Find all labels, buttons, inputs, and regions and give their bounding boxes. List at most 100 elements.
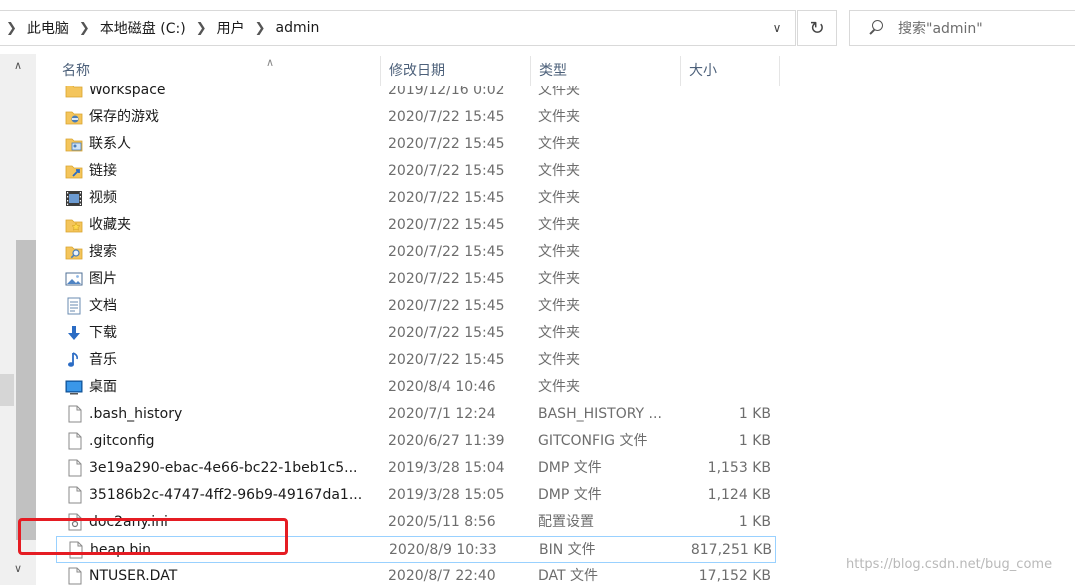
address-history-dropdown-icon[interactable]: ∨	[759, 11, 795, 45]
column-header-size[interactable]: 大小	[680, 56, 780, 86]
column-header-date[interactable]: 修改日期	[380, 56, 530, 86]
column-header-type[interactable]: 类型	[530, 56, 680, 86]
saved-games-folder-icon	[65, 108, 83, 126]
breadcrumb-separator-icon[interactable]: ❯	[249, 21, 272, 36]
file-type: 文件夹	[538, 244, 580, 260]
file-type: 文件夹	[538, 86, 580, 98]
file-name: 链接	[89, 163, 117, 179]
refresh-button[interactable]: ↻	[797, 10, 837, 46]
vertical-scrollbar[interactable]: ∧ ∨	[0, 54, 36, 585]
address-bar[interactable]: ❯ 此电脑 ❯ 本地磁盘 (C:) ❯ 用户 ❯ admin ∨	[0, 10, 796, 46]
file-row[interactable]: Workspace 2019/12/16 0:02 文件夹	[56, 86, 776, 104]
file-row[interactable]: 联系人 2020/7/22 15:45 文件夹	[56, 131, 776, 158]
file-type: 文件夹	[538, 136, 580, 152]
file-type: DMP 文件	[538, 460, 602, 476]
file-row[interactable]: 音乐 2020/7/22 15:45 文件夹	[56, 347, 776, 374]
file-size: 1,124 KB	[707, 487, 771, 503]
file-name: 音乐	[89, 352, 117, 368]
file-size	[678, 374, 771, 401]
file-row-selected[interactable]: heap.bin 2020/8/9 10:33 BIN 文件 817,251 KB	[56, 536, 776, 563]
file-name: 视频	[89, 190, 117, 206]
settings-file-icon	[65, 513, 83, 531]
file-name: .gitconfig	[89, 433, 155, 449]
column-header-row: 名称 ∧ 修改日期 类型 大小	[46, 56, 782, 86]
documents-folder-icon	[65, 297, 83, 315]
file-row[interactable]: NTUSER.DAT 2020/8/7 22:40 DAT 文件 17,152 KB	[56, 563, 776, 585]
sort-ascending-icon: ∧	[266, 56, 275, 69]
videos-folder-icon	[65, 189, 83, 207]
file-modified-date: 2020/7/22 15:45	[388, 190, 505, 206]
file-modified-date: 2019/3/28 15:04	[388, 460, 505, 476]
file-row[interactable]: .bash_history 2020/7/1 12:24 BASH_HISTORY …	[56, 401, 776, 428]
file-row[interactable]: 桌面 2020/8/4 10:46 文件夹	[56, 374, 776, 401]
breadcrumb-users[interactable]: 用户	[213, 18, 249, 38]
file-modified-date: 2020/7/22 15:45	[388, 298, 505, 314]
file-name: 图片	[89, 271, 117, 287]
file-modified-date: 2020/6/27 11:39	[388, 433, 505, 449]
file-size	[678, 158, 771, 185]
breadcrumb-separator-icon[interactable]: ❯	[73, 21, 96, 36]
desktop-folder-icon	[65, 378, 83, 396]
file-row[interactable]: 收藏夹 2020/7/22 15:45 文件夹	[56, 212, 776, 239]
searches-folder-icon	[65, 243, 83, 261]
breadcrumb-separator-icon[interactable]: ❯	[190, 21, 213, 36]
file-type: 文件夹	[538, 190, 580, 206]
file-name: heap.bin	[90, 542, 152, 558]
file-type: DMP 文件	[538, 487, 602, 503]
scrollbar-thumb[interactable]	[16, 240, 36, 540]
file-size	[678, 320, 771, 347]
file-name: doc2any.ini	[89, 514, 168, 530]
file-type: 文件夹	[538, 163, 580, 179]
file-type: 文件夹	[538, 379, 580, 395]
breadcrumb-admin[interactable]: admin	[272, 20, 324, 36]
address-toolbar: ❯ 此电脑 ❯ 本地磁盘 (C:) ❯ 用户 ❯ admin ∨ ↻ 搜索"ad…	[0, 10, 1075, 48]
file-type: 文件夹	[538, 325, 580, 341]
search-input[interactable]: 搜索"admin"	[849, 10, 1075, 46]
breadcrumb-root-chevron-icon[interactable]: ❯	[0, 21, 23, 36]
column-header-name[interactable]: 名称 ∧	[54, 56, 380, 86]
file-modified-date: 2020/7/1 12:24	[388, 406, 496, 422]
breadcrumb-this-pc[interactable]: 此电脑	[23, 18, 73, 38]
file-size: 1 KB	[738, 514, 771, 530]
file-name: 联系人	[89, 136, 131, 152]
file-row[interactable]: 链接 2020/7/22 15:45 文件夹	[56, 158, 776, 185]
favorites-folder-icon	[65, 216, 83, 234]
file-row[interactable]: 35186b2c-4747-4ff2-96b9-49167da1... 2019/…	[56, 482, 776, 509]
file-type: 文件夹	[538, 298, 580, 314]
file-name: Workspace	[89, 86, 166, 98]
file-row[interactable]: 视频 2020/7/22 15:45 文件夹	[56, 185, 776, 212]
file-modified-date: 2019/12/16 0:02	[388, 86, 505, 98]
file-row[interactable]: .gitconfig 2020/6/27 11:39 GITCONFIG 文件 1 K…	[56, 428, 776, 455]
pictures-folder-icon	[65, 270, 83, 288]
file-size	[678, 293, 771, 320]
file-size: 1 KB	[738, 433, 771, 449]
search-icon	[868, 20, 884, 36]
file-row[interactable]: 搜索 2020/7/22 15:45 文件夹	[56, 239, 776, 266]
scroll-down-icon[interactable]: ∨	[0, 557, 36, 581]
file-row[interactable]: 下载 2020/7/22 15:45 文件夹	[56, 320, 776, 347]
navigation-pane-edge	[0, 374, 14, 406]
file-icon	[65, 405, 83, 423]
file-icon	[66, 541, 84, 559]
file-row[interactable]: 3e19a290-ebac-4e66-bc22-1beb1c5... 2019/3…	[56, 455, 776, 482]
file-modified-date: 2020/7/22 15:45	[388, 271, 505, 287]
file-row[interactable]: 文档 2020/7/22 15:45 文件夹	[56, 293, 776, 320]
file-type: 文件夹	[538, 352, 580, 368]
file-row[interactable]: 保存的游戏 2020/7/22 15:45 文件夹	[56, 104, 776, 131]
file-name: 桌面	[89, 379, 117, 395]
file-type: 文件夹	[538, 271, 580, 287]
file-modified-date: 2020/7/22 15:45	[388, 109, 505, 125]
file-name: 保存的游戏	[89, 109, 159, 125]
search-placeholder: 搜索"admin"	[898, 21, 983, 37]
file-icon	[65, 567, 83, 585]
file-size: 1 KB	[738, 406, 771, 422]
file-row[interactable]: 图片 2020/7/22 15:45 文件夹	[56, 266, 776, 293]
file-size	[678, 239, 771, 266]
breadcrumb-local-disk[interactable]: 本地磁盘 (C:)	[96, 18, 190, 38]
scroll-up-icon[interactable]: ∧	[0, 54, 36, 78]
file-icon	[65, 486, 83, 504]
file-row[interactable]: doc2any.ini 2020/5/11 8:56 配置设置 1 KB	[56, 509, 776, 536]
folder-icon	[65, 86, 83, 99]
file-modified-date: 2020/7/22 15:45	[388, 217, 505, 233]
file-modified-date: 2020/8/4 10:46	[388, 379, 496, 395]
